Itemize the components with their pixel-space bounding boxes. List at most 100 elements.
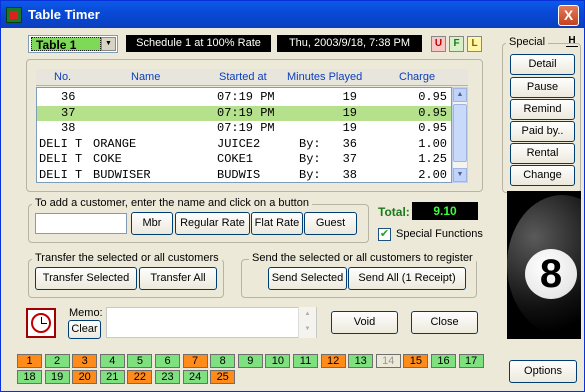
cell-name: ORANGE: [93, 136, 137, 151]
table-cell-21[interactable]: 21: [99, 370, 125, 384]
table-cell-3[interactable]: 3: [72, 354, 98, 368]
table-cell-24[interactable]: 24: [182, 370, 208, 384]
flat-rate-button[interactable]: Flat Rate: [251, 212, 303, 235]
customer-list-header: No. Name Started at Minutes Played Charg…: [36, 69, 468, 86]
cell-no: 38: [61, 121, 76, 135]
cell-name: BUDWISER: [93, 167, 151, 182]
pause-button[interactable]: Pause: [510, 77, 575, 98]
detail-button[interactable]: Detail: [510, 54, 575, 75]
cell-charge: 1.25: [418, 152, 447, 166]
regular-rate-button[interactable]: Regular Rate: [175, 212, 250, 235]
table-cell-25[interactable]: 25: [210, 370, 236, 384]
cell-minutes: 19: [342, 121, 357, 135]
title-bar[interactable]: Table Timer X: [1, 1, 584, 28]
close-window-button[interactable]: X: [558, 5, 579, 26]
table-cell-20[interactable]: 20: [72, 370, 98, 384]
u-button[interactable]: U: [431, 36, 446, 52]
col-name[interactable]: Name: [131, 71, 160, 83]
l-button[interactable]: L: [467, 36, 482, 52]
col-charge[interactable]: Charge: [399, 71, 435, 83]
table-cell-12[interactable]: 12: [320, 354, 346, 368]
table-cell-22[interactable]: 22: [127, 370, 153, 384]
customer-name-input[interactable]: [35, 213, 127, 234]
options-button[interactable]: Options: [509, 360, 577, 383]
col-no[interactable]: No.: [54, 71, 71, 83]
table-row[interactable]: DELI T COKE COKE1 By: 37 1.25: [37, 152, 451, 167]
table-cell-13[interactable]: 13: [348, 354, 374, 368]
transfer-selected-button[interactable]: Transfer Selected: [35, 267, 137, 290]
cell-by: By:: [299, 152, 321, 166]
transfer-all-button[interactable]: Transfer All: [139, 267, 217, 290]
table-timer-window: Table Timer X Table 1 ▼ Schedule 1 at 10…: [0, 0, 585, 392]
cell-started: 07:19 PM: [217, 90, 275, 104]
table-row[interactable]: 38 07:19 PM 19 0.95: [37, 121, 451, 136]
table-row[interactable]: 37 07:19 PM 19 0.95: [37, 105, 451, 121]
scroll-thumb[interactable]: [453, 104, 467, 162]
memo-field[interactable]: [106, 307, 317, 338]
chevron-down-icon[interactable]: ▼: [101, 37, 116, 51]
cell-no: DELI T: [39, 152, 83, 166]
special-functions-label[interactable]: Special Functions: [396, 228, 483, 240]
table-cell-11[interactable]: 11: [293, 354, 318, 368]
total-label: Total:: [378, 205, 410, 219]
cell-minutes: 38: [342, 167, 357, 182]
void-button[interactable]: Void: [331, 311, 398, 334]
table-cell-5[interactable]: 5: [127, 354, 153, 368]
scroll-up-icon[interactable]: ▲: [453, 88, 467, 102]
special-functions-checkbox[interactable]: ✔: [378, 228, 391, 241]
memo-label: Memo:: [69, 307, 103, 319]
help-button[interactable]: H: [566, 35, 578, 47]
send-all-button[interactable]: Send All (1 Receipt): [348, 267, 466, 290]
memo-scroll-up-icon[interactable]: ▲: [299, 307, 316, 322]
table-cell-14[interactable]: 14: [375, 354, 401, 368]
table-cell-9[interactable]: 9: [237, 354, 263, 368]
paid-by-button[interactable]: Paid by..: [510, 121, 575, 142]
special-label: Special: [506, 36, 549, 48]
cell-charge: 0.95: [418, 90, 447, 104]
cell-no: DELI T: [39, 167, 83, 182]
cell-charge: 0.95: [418, 105, 447, 120]
table-cell-8[interactable]: 8: [210, 354, 236, 368]
table-select-value: Table 1: [31, 37, 101, 52]
close-button[interactable]: Close: [411, 311, 478, 334]
datetime-display: Thu, 2003/9/18, 7:38 PM: [277, 35, 422, 52]
col-started[interactable]: Started at: [219, 71, 267, 83]
table-select[interactable]: Table 1 ▼: [28, 35, 118, 53]
change-button[interactable]: Change: [510, 165, 575, 186]
mbr-button[interactable]: Mbr: [131, 212, 173, 235]
table-cell-19[interactable]: 19: [44, 370, 70, 384]
customer-list[interactable]: 36 07:19 PM 19 0.95 37 07:19 PM 19 0.95 38 07:19 …: [36, 87, 452, 183]
table-cell-23[interactable]: 23: [155, 370, 180, 384]
cell-started: JUICE2: [217, 136, 261, 151]
guest-button[interactable]: Guest: [304, 212, 357, 235]
schedule-display: Schedule 1 at 100% Rate: [126, 35, 271, 52]
memo-scrollbar[interactable]: ▲ ▼: [298, 307, 316, 338]
cell-no: 36: [61, 90, 76, 104]
list-scrollbar[interactable]: ▲ ▼: [452, 87, 468, 183]
table-cell-1[interactable]: 1: [17, 354, 42, 368]
f-button[interactable]: F: [449, 36, 464, 52]
memo-scroll-down-icon[interactable]: ▼: [299, 322, 316, 337]
table-cell-10[interactable]: 10: [265, 354, 291, 368]
table-cell-18[interactable]: 18: [17, 370, 42, 384]
table-row[interactable]: DELI T ORANGE JUICE2 By: 36 1.00: [37, 137, 451, 152]
send-legend: Send the selected or all customers to re…: [249, 252, 476, 264]
table-cell-7[interactable]: 7: [182, 354, 208, 368]
table-cell-15[interactable]: 15: [403, 354, 429, 368]
cell-by: By:: [299, 167, 321, 182]
clear-memo-button[interactable]: Clear: [68, 320, 101, 339]
rental-button[interactable]: Rental: [510, 143, 575, 164]
table-cell-16[interactable]: 16: [431, 354, 456, 368]
scroll-down-icon[interactable]: ▼: [453, 168, 467, 182]
clock-button[interactable]: [26, 308, 56, 338]
table-row[interactable]: DELI T BUDWISER BUDWIS By: 38 2.00: [37, 168, 451, 183]
table-cell-6[interactable]: 6: [155, 354, 180, 368]
send-selected-button[interactable]: Send Selected: [268, 267, 347, 290]
table-cell-2[interactable]: 2: [44, 354, 70, 368]
table-row[interactable]: 36 07:19 PM 19 0.95: [37, 90, 451, 105]
table-cell-17[interactable]: 17: [458, 354, 484, 368]
remind-button[interactable]: Remind: [510, 99, 575, 120]
cell-minutes: 19: [342, 90, 357, 104]
col-minutes[interactable]: Minutes Played: [287, 71, 362, 83]
table-cell-4[interactable]: 4: [99, 354, 125, 368]
